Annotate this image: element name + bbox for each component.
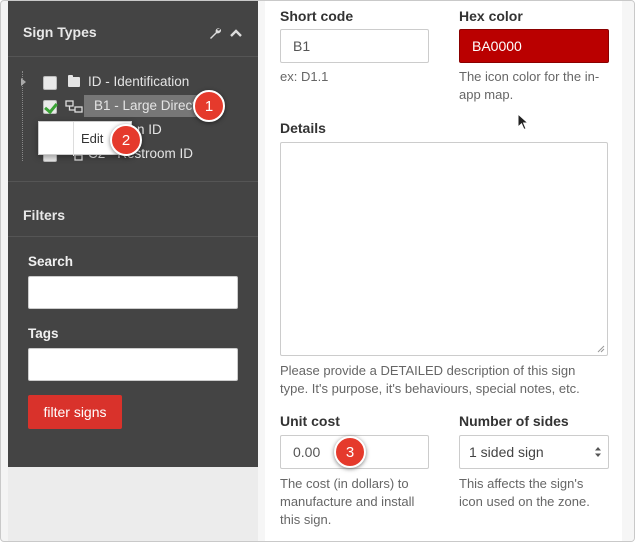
- sides-help-line1: This affects the sign's: [459, 476, 584, 491]
- chevron-up-icon[interactable]: [229, 27, 243, 39]
- filters-title: Filters: [23, 207, 66, 223]
- expand-arrow-icon[interactable]: [21, 78, 26, 86]
- sign-icon: [65, 100, 83, 113]
- resize-grip-icon[interactable]: [597, 345, 605, 353]
- hex-color-input[interactable]: BA0000: [459, 29, 609, 63]
- sides-select[interactable]: 1 sided sign: [459, 435, 609, 469]
- search-input[interactable]: [28, 276, 238, 309]
- search-label: Search: [28, 254, 74, 269]
- tags-input[interactable]: [28, 348, 238, 381]
- details-textarea[interactable]: [280, 142, 608, 356]
- details-help-line1: Please provide a DETAILED description of…: [280, 363, 576, 378]
- context-menu-divider: [73, 122, 74, 156]
- app-window: Sign Types ID - Identification B1 - Larg…: [0, 0, 635, 542]
- sidebar: Sign Types ID - Identification B1 - Larg…: [8, 1, 258, 467]
- sides-label: Number of sides: [459, 413, 569, 429]
- step-badge-2: 2: [110, 124, 142, 156]
- edit-form-area: Short code B1 ex: D1.1 Hex color BA0000 …: [258, 1, 634, 541]
- mouse-cursor-icon: [517, 113, 530, 131]
- unit-cost-label: Unit cost: [280, 413, 340, 429]
- short-code-help: ex: D1.1: [280, 69, 329, 84]
- filters-header: Filters: [8, 181, 258, 237]
- tree-checkbox-checked[interactable]: [43, 100, 57, 114]
- hex-color-help-line1: The icon color for the in-: [459, 69, 600, 84]
- select-arrows-icon: [595, 447, 601, 457]
- step-badge-1: 1: [193, 90, 225, 122]
- filter-signs-button[interactable]: filter signs: [28, 395, 122, 429]
- hex-color-label: Hex color: [459, 8, 523, 24]
- unit-cost-help-line2: manufacture and install: [280, 494, 415, 509]
- sidebar-footer: [8, 467, 258, 541]
- details-label: Details: [280, 120, 326, 136]
- tree-item-label: ID - Identification: [88, 74, 190, 89]
- step-badge-3: 3: [334, 436, 366, 468]
- tree-checkbox[interactable]: [43, 76, 57, 90]
- short-code-input[interactable]: B1: [280, 29, 429, 63]
- short-code-label: Short code: [280, 8, 354, 24]
- hex-color-help-line2: app map.: [459, 87, 514, 102]
- tags-label: Tags: [28, 326, 59, 341]
- context-menu-edit[interactable]: Edit: [81, 131, 103, 146]
- details-help-line2: type. It's purpose, it's behaviours, spe…: [280, 381, 580, 396]
- sides-select-value: 1 sided sign: [469, 444, 544, 460]
- folder-icon: [68, 75, 80, 87]
- sides-help-line2: icon used on the zone.: [459, 494, 590, 509]
- sign-types-title: Sign Types: [23, 24, 97, 40]
- edit-form: Short code B1 ex: D1.1 Hex color BA0000 …: [265, 1, 622, 541]
- sign-types-header: Sign Types: [8, 1, 258, 57]
- wrench-icon[interactable]: [208, 26, 222, 40]
- tree-item-label: B1 - Large Directi: [94, 98, 200, 113]
- unit-cost-help-line3: this sign.: [280, 512, 332, 527]
- tree-item-identification[interactable]: ID - Identification: [8, 73, 258, 93]
- unit-cost-help-line1: The cost (in dollars) to: [280, 476, 409, 491]
